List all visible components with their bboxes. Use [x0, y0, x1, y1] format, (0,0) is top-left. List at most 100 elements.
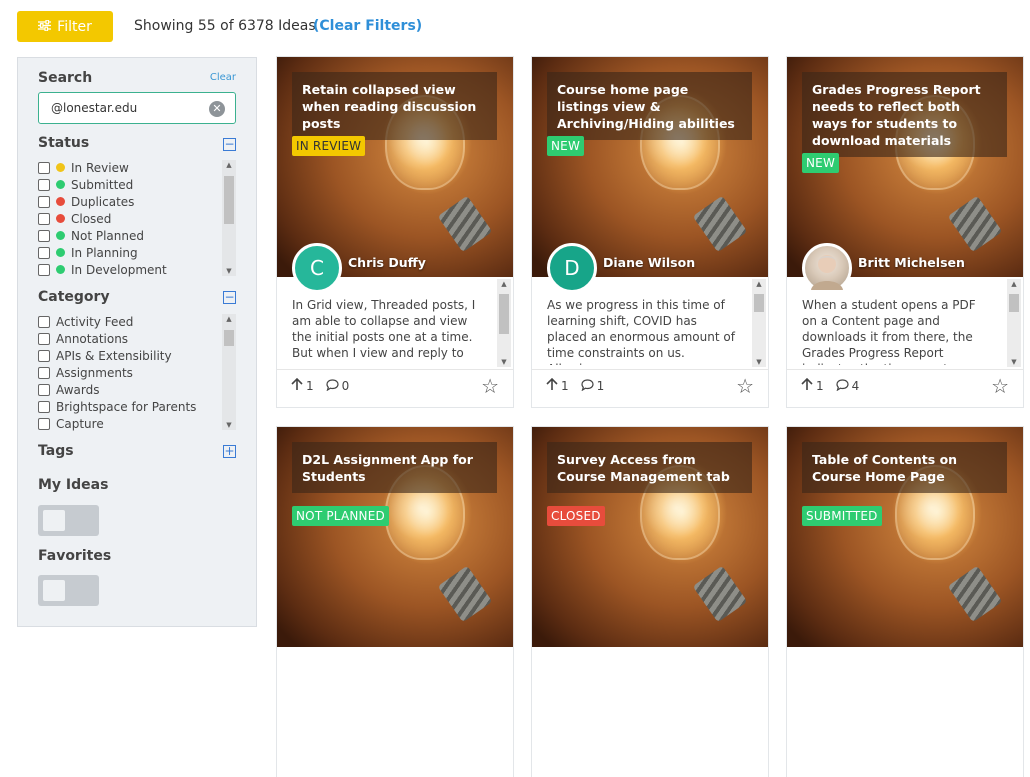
search-input[interactable]: @lonestar.edu ✕: [38, 92, 236, 124]
status-label: Submitted: [71, 177, 134, 192]
scroll-down-icon[interactable]: ▼: [222, 421, 236, 429]
author-name[interactable]: Chris Duffy: [348, 255, 426, 270]
upvote-icon[interactable]: [291, 377, 303, 394]
scroll-thumb[interactable]: [499, 294, 509, 334]
comment-count: 1: [596, 379, 605, 393]
checkbox[interactable]: [38, 366, 50, 379]
toggle-knob: [43, 510, 65, 531]
person-photo-icon: [811, 255, 843, 290]
idea-card[interactable]: D2L Assignment App for Students NOT PLAN…: [277, 427, 513, 777]
favorite-star-icon[interactable]: ☆: [736, 374, 754, 398]
checkbox[interactable]: [38, 349, 50, 362]
checkbox[interactable]: [38, 212, 50, 225]
status-item[interactable]: In Development: [38, 261, 236, 278]
status-item[interactable]: Closed: [38, 210, 236, 227]
favorite-star-icon[interactable]: ☆: [991, 374, 1009, 398]
scroll-thumb[interactable]: [224, 330, 234, 346]
idea-title[interactable]: Course home page listings view & Archivi…: [547, 72, 752, 140]
scroll-up-icon[interactable]: ▲: [222, 161, 236, 169]
status-badge: NOT PLANNED: [292, 506, 389, 526]
status-item[interactable]: In Planning: [38, 244, 236, 261]
my-ideas-toggle[interactable]: [38, 505, 99, 536]
idea-card[interactable]: Course home page listings view & Archivi…: [532, 57, 768, 407]
comment-count: 0: [341, 379, 350, 393]
idea-title[interactable]: Survey Access from Course Management tab: [547, 442, 752, 493]
category-item[interactable]: Assignments: [38, 364, 236, 381]
scroll-down-icon[interactable]: ▼: [497, 358, 511, 366]
category-label: Activity Feed: [56, 314, 134, 329]
idea-card[interactable]: Table of Contents on Course Home Page SU…: [787, 427, 1023, 777]
checkbox[interactable]: [38, 178, 50, 191]
idea-title[interactable]: Grades Progress Report needs to reflect …: [802, 72, 1007, 157]
category-item[interactable]: Annotations: [38, 330, 236, 347]
search-clear-link[interactable]: Clear: [210, 72, 236, 83]
idea-card[interactable]: Survey Access from Course Management tab…: [532, 427, 768, 777]
scroll-up-icon[interactable]: ▲: [497, 280, 511, 288]
checkbox[interactable]: [38, 161, 50, 174]
status-label: In Review: [71, 160, 129, 175]
scroll-thumb[interactable]: [224, 176, 234, 224]
scroll-down-icon[interactable]: ▼: [752, 358, 766, 366]
idea-title[interactable]: Table of Contents on Course Home Page: [802, 442, 1007, 493]
idea-card[interactable]: Grades Progress Report needs to reflect …: [787, 57, 1023, 407]
checkbox[interactable]: [38, 246, 50, 259]
scroll-up-icon[interactable]: ▲: [752, 280, 766, 288]
category-label: Brightspace for Parents: [56, 399, 197, 414]
category-item[interactable]: Activity Feed: [38, 313, 236, 330]
idea-description: When a student opens a PDF on a Content …: [802, 298, 976, 365]
status-dot-icon: [56, 265, 65, 274]
upvote-icon[interactable]: [801, 377, 813, 394]
category-item[interactable]: Brightspace for Parents: [38, 398, 236, 415]
scroll-thumb[interactable]: [754, 294, 764, 312]
author-name[interactable]: Diane Wilson: [603, 255, 695, 270]
description-scrollbar[interactable]: ▲ ▼: [1007, 279, 1021, 367]
checkbox[interactable]: [38, 315, 50, 328]
checkbox[interactable]: [38, 417, 50, 430]
scroll-down-icon[interactable]: ▼: [222, 267, 236, 275]
checkbox[interactable]: [38, 195, 50, 208]
idea-description: As we progress in this time of learning …: [547, 298, 735, 365]
scroll-down-icon[interactable]: ▼: [1007, 358, 1021, 366]
favorites-heading: Favorites: [38, 548, 112, 564]
card-stats: 1 0: [291, 377, 350, 394]
expand-tags-icon[interactable]: +: [223, 445, 236, 458]
status-item[interactable]: Duplicates: [38, 193, 236, 210]
status-scrollbar[interactable]: ▲ ▼: [222, 160, 236, 276]
status-item[interactable]: Submitted: [38, 176, 236, 193]
clear-search-icon[interactable]: ✕: [209, 101, 225, 117]
status-dot-icon: [56, 163, 65, 172]
scroll-thumb[interactable]: [1009, 294, 1019, 312]
checkbox[interactable]: [38, 383, 50, 396]
idea-card[interactable]: Retain collapsed view when reading discu…: [277, 57, 513, 407]
idea-title[interactable]: Retain collapsed view when reading discu…: [292, 72, 497, 140]
description-scrollbar[interactable]: ▲ ▼: [497, 279, 511, 367]
scroll-up-icon[interactable]: ▲: [1007, 280, 1021, 288]
collapse-category-icon[interactable]: −: [223, 291, 236, 304]
category-item[interactable]: APIs & Extensibility: [38, 347, 236, 364]
status-item[interactable]: Not Planned: [38, 227, 236, 244]
category-label: Assignments: [56, 365, 133, 380]
author-name[interactable]: Britt Michelsen: [858, 255, 965, 270]
status-label: Closed: [71, 211, 112, 226]
category-item[interactable]: Capture: [38, 415, 236, 432]
scroll-up-icon[interactable]: ▲: [222, 315, 236, 323]
checkbox[interactable]: [38, 263, 50, 276]
status-item[interactable]: In Review: [38, 159, 236, 176]
collapse-status-icon[interactable]: −: [223, 138, 236, 151]
category-scrollbar[interactable]: ▲ ▼: [222, 314, 236, 430]
checkbox[interactable]: [38, 332, 50, 345]
favorites-toggle[interactable]: [38, 575, 99, 606]
comment-icon[interactable]: [326, 378, 339, 394]
checkbox[interactable]: [38, 229, 50, 242]
comment-icon[interactable]: [836, 378, 849, 394]
checkbox[interactable]: [38, 400, 50, 413]
idea-title[interactable]: D2L Assignment App for Students: [292, 442, 497, 493]
clear-filters-link[interactable]: (Clear Filters): [313, 18, 422, 34]
category-item[interactable]: Awards: [38, 381, 236, 398]
description-scrollbar[interactable]: ▲ ▼: [752, 279, 766, 367]
comment-icon[interactable]: [581, 378, 594, 394]
filter-button[interactable]: Filter: [17, 11, 113, 42]
favorite-star-icon[interactable]: ☆: [481, 374, 499, 398]
upvote-icon[interactable]: [546, 377, 558, 394]
category-label: Annotations: [56, 331, 129, 346]
